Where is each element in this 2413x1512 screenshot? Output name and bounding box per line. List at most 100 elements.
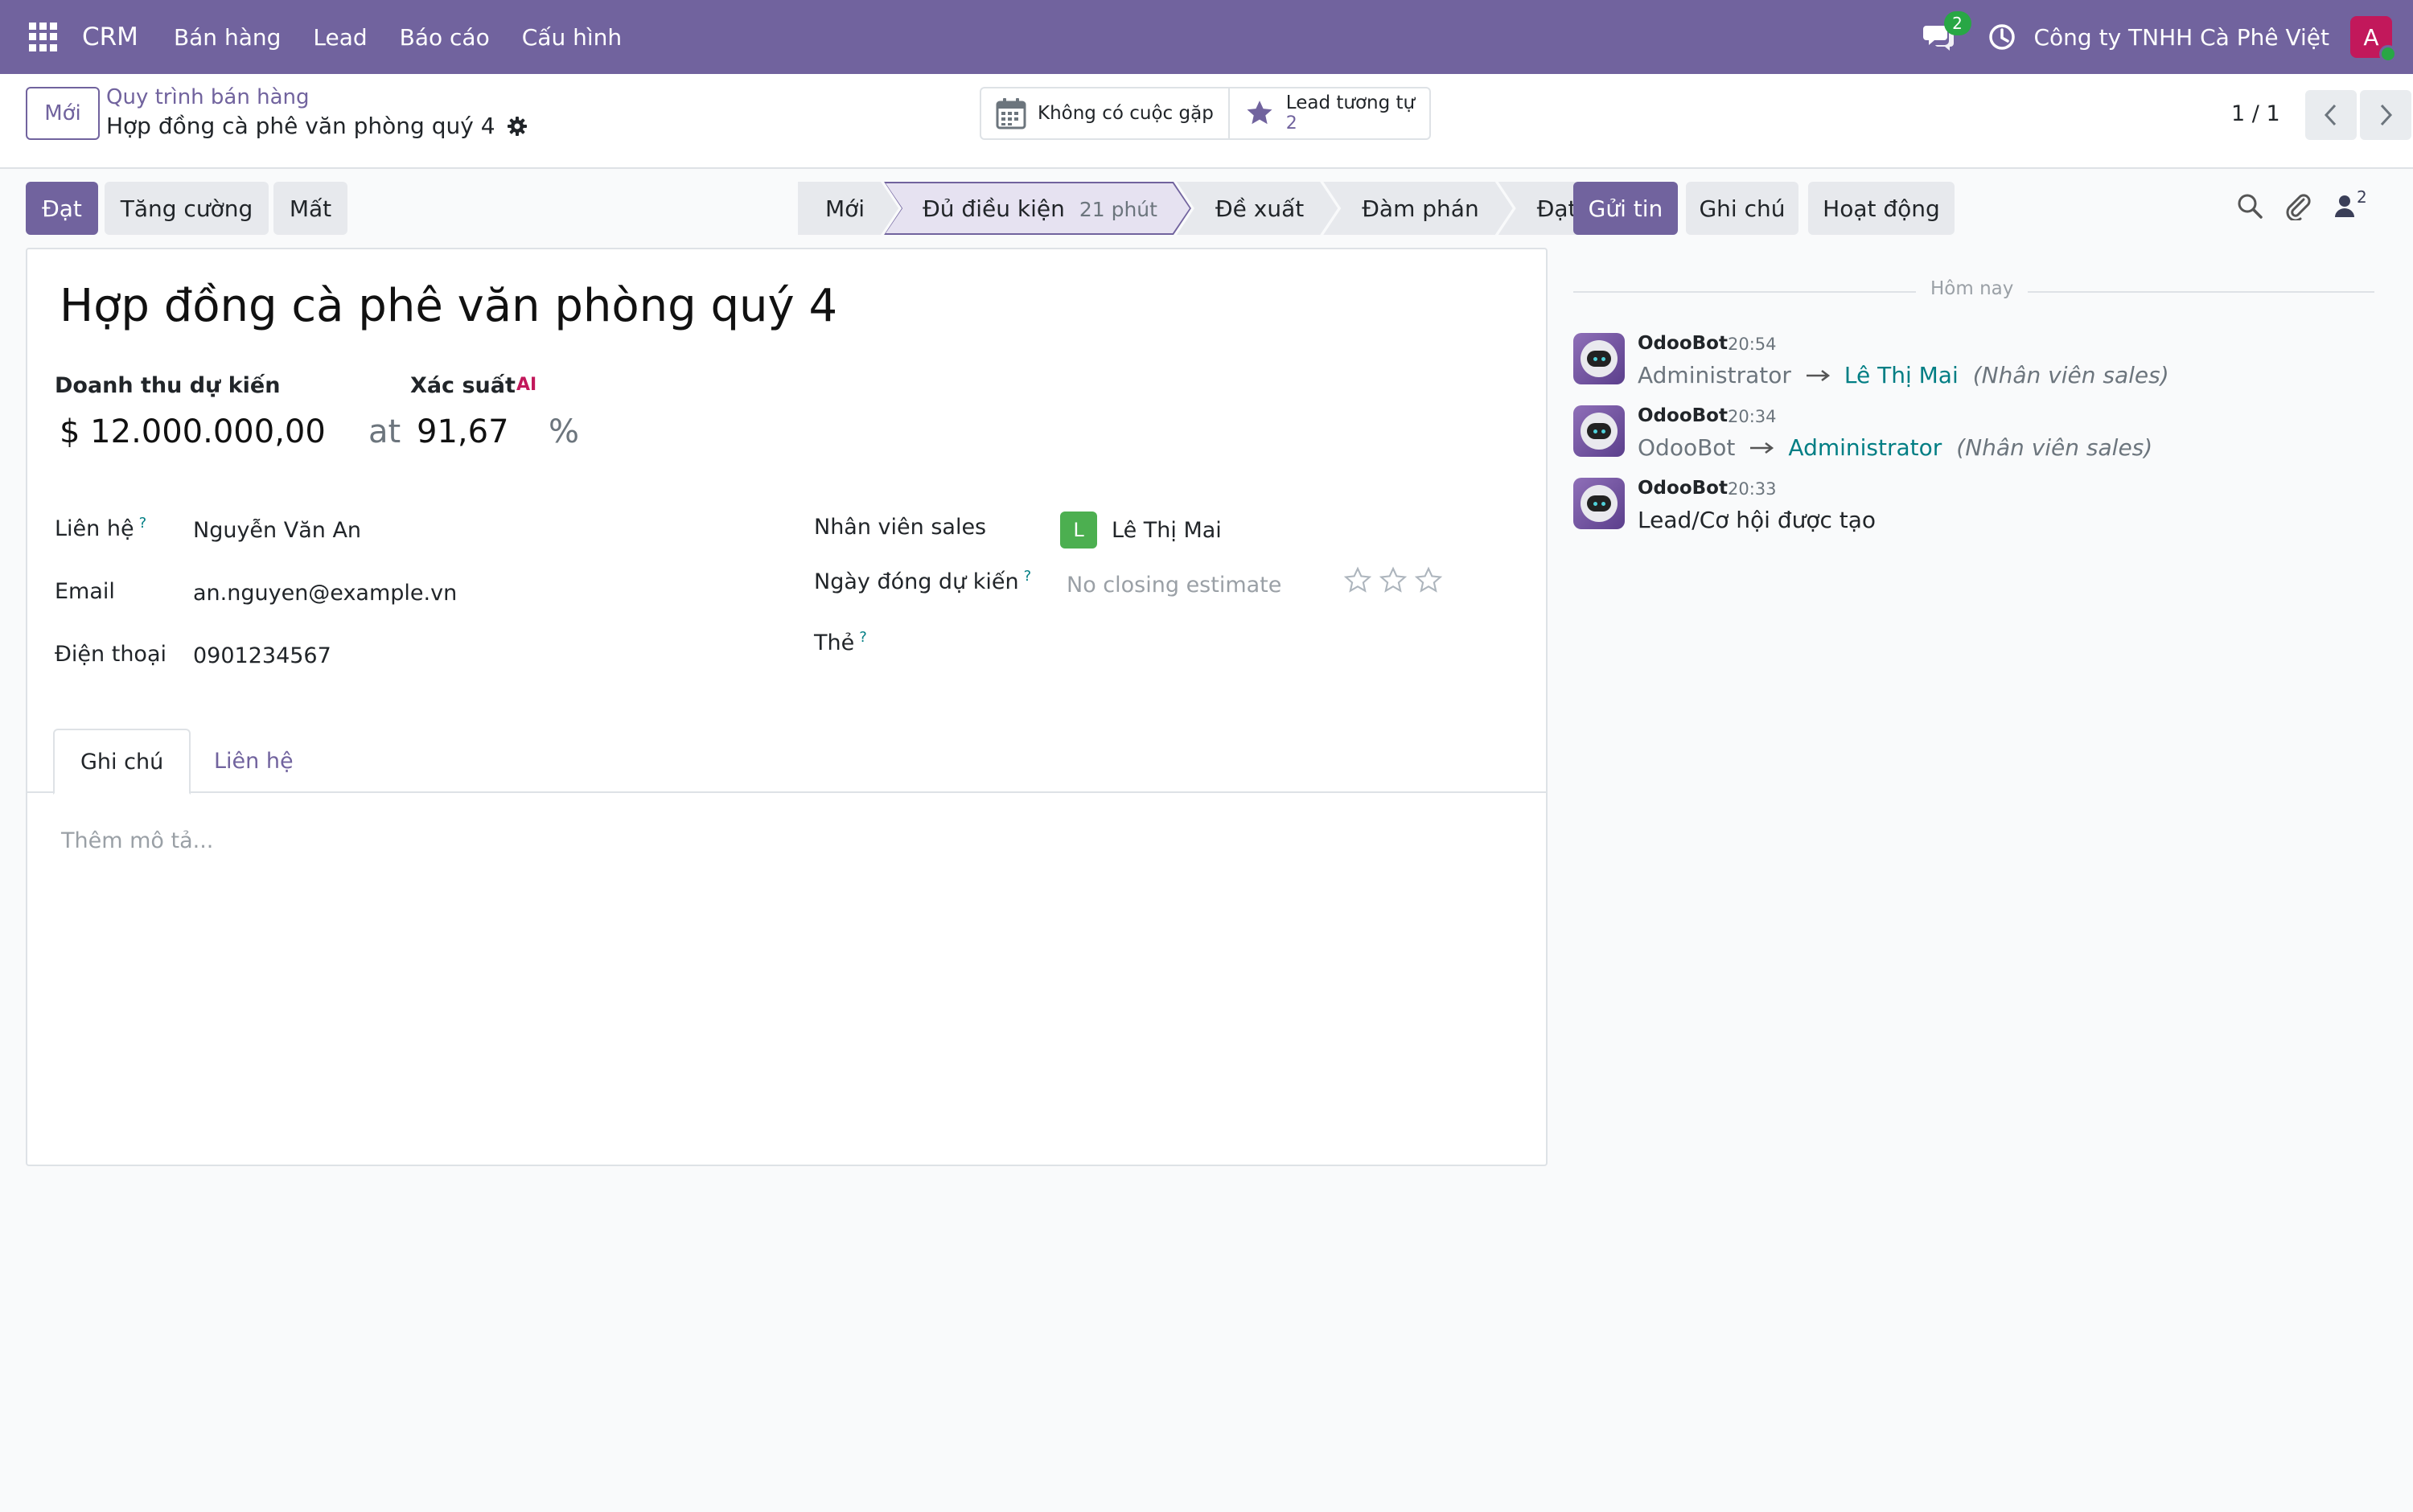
menu-item-configuration[interactable]: Cấu hình (506, 24, 638, 51)
odoobot-avatar[interactable] (1573, 405, 1625, 457)
app-menu-icon[interactable] (29, 23, 58, 51)
tracking-change: OdooBot Administrator (Nhân viên sales) (1638, 434, 2152, 461)
closing-date-label: Ngày đóng dự kiến? (814, 568, 1031, 594)
paperclip-icon[interactable] (2284, 191, 2312, 220)
similar-leads-smart-button[interactable]: Lead tương tự 2 (1227, 88, 1429, 138)
email-label: Email (55, 579, 115, 604)
closing-help-icon[interactable]: ? (1024, 568, 1032, 585)
menu-item-leads[interactable]: Lead (297, 24, 383, 51)
similar-leads-label: Lead tương tự (1285, 92, 1416, 113)
activity-button[interactable]: Hoạt động (1808, 182, 1955, 235)
stage-won-label: Đạt (1536, 195, 1577, 222)
stage-new-label: Mới (825, 195, 865, 222)
followers-count: 2 (2357, 187, 2367, 207)
tracking-old-value: Administrator (1638, 362, 1791, 388)
main-menu: Bán hàng Lead Báo cáo Cấu hình (158, 24, 638, 51)
control-panel: Mới Quy trình bán hàng Hợp đồng cà phê v… (0, 74, 2413, 169)
probability-input[interactable]: 91,67 (417, 413, 509, 450)
breadcrumb-current: Hợp đồng cà phê văn phòng quý 4 (106, 113, 528, 139)
email-input[interactable]: an.nguyen@example.vn (193, 581, 457, 606)
stage-proposition-label: Đề xuất (1215, 195, 1305, 222)
meetings-smart-button[interactable]: Không có cuộc gặp (981, 88, 1228, 138)
message-time: 20:33 (1728, 479, 1777, 499)
similar-leads-count: 2 (1285, 113, 1297, 134)
chevron-right-icon (2380, 104, 2393, 126)
user-avatar-letter: A (2363, 23, 2379, 51)
stage-proposition[interactable]: Đề xuất (1177, 182, 1338, 235)
expected-revenue-input[interactable]: $ 12.000.000,00 (60, 413, 326, 450)
stage-statusbar: Mới Đủ điều kiện 21 phút Đề xuất Đàm phá… (798, 182, 1601, 235)
lead-title-input[interactable]: Hợp đồng cà phê văn phòng quý 4 (60, 280, 837, 332)
log-note-button[interactable]: Ghi chú (1686, 182, 1798, 235)
meetings-label: Không có cuộc gặp (1038, 103, 1214, 124)
enrich-button[interactable]: Tăng cường (105, 182, 269, 235)
tags-help-icon[interactable]: ? (859, 629, 867, 646)
priority-stars (1343, 566, 1443, 595)
arrow-right-icon (1750, 442, 1774, 454)
notebook-tabs: Ghi chú Liên hệ (27, 729, 1546, 795)
pager-previous-button[interactable] (2305, 90, 2357, 140)
ai-probability-icon[interactable]: AI (516, 375, 536, 395)
message-author[interactable]: OdooBot (1638, 333, 1728, 354)
breadcrumb-parent[interactable]: Quy trình bán hàng (106, 85, 310, 109)
pager-value[interactable]: 1 / 1 (2231, 101, 2280, 126)
activity-clock-icon[interactable] (1988, 23, 2016, 51)
percent-sign: % (549, 413, 580, 450)
user-avatar[interactable]: A (2350, 16, 2397, 63)
messaging-button[interactable]: 2 (1922, 11, 1971, 53)
company-switcher[interactable]: Công ty TNHH Cà Phê Việt (2034, 24, 2330, 51)
priority-star-icon[interactable] (1414, 566, 1443, 595)
message-author[interactable]: OdooBot (1638, 405, 1728, 426)
tracking-field-name: (Nhân viên sales) (1972, 362, 2169, 388)
pager-next-button[interactable] (2360, 90, 2411, 140)
gear-icon[interactable] (507, 116, 528, 137)
send-message-button[interactable]: Gửi tin (1573, 182, 1678, 235)
chat-count-badge: 2 (1943, 11, 1971, 35)
top-navbar: CRM Bán hàng Lead Báo cáo Cấu hình 2 Côn… (0, 0, 2413, 74)
closing-date-input[interactable]: No closing estimate (1067, 573, 1281, 598)
breadcrumb-current-label: Hợp đồng cà phê văn phòng quý 4 (106, 113, 495, 139)
calendar-icon (996, 98, 1026, 129)
tracking-old-value: OdooBot (1638, 434, 1736, 461)
tracking-new-value: Administrator (1788, 434, 1942, 461)
stage-qualified[interactable]: Đủ điều kiện 21 phút (884, 182, 1191, 235)
stage-negotiation[interactable]: Đàm phán (1323, 182, 1512, 235)
phone-input[interactable]: 0901234567 (193, 643, 331, 668)
contact-input[interactable]: Nguyễn Văn An (193, 518, 361, 543)
priority-star-icon[interactable] (1379, 566, 1408, 595)
expected-revenue-label: Doanh thu dự kiến (55, 373, 281, 398)
smart-buttons: Không có cuộc gặp Lead tương tự 2 (980, 87, 1432, 140)
description-editor[interactable]: Thêm mô tả... (61, 828, 213, 853)
navbar-systray: 2 Công ty TNHH Cà Phê Việt A (1922, 11, 2413, 63)
contact-label: Liên hệ? (55, 515, 146, 541)
followers-icon[interactable] (2334, 194, 2355, 218)
salesperson-input[interactable]: Lê Thị Mai (1112, 518, 1222, 543)
chatter-topbar-tools: 2 (2236, 187, 2367, 220)
stage-new[interactable]: Mới (798, 182, 898, 235)
message-body: Lead/Cơ hội được tạo (1638, 507, 1877, 533)
mark-lost-button[interactable]: Mất (273, 182, 347, 235)
arrow-right-icon (1806, 369, 1830, 381)
new-record-button[interactable]: Mới (26, 87, 100, 140)
contact-help-icon[interactable]: ? (139, 515, 147, 532)
tracking-change: Administrator Lê Thị Mai (Nhân viên sale… (1638, 362, 2169, 388)
menu-item-sales[interactable]: Bán hàng (158, 24, 297, 51)
salesperson-avatar: L (1060, 512, 1097, 549)
odoobot-avatar[interactable] (1573, 478, 1625, 529)
menu-item-reporting[interactable]: Báo cáo (384, 24, 506, 51)
star-icon (1247, 101, 1272, 125)
closing-date-label-text: Ngày đóng dự kiến (814, 569, 1019, 594)
ai-badge-text: AI (516, 375, 537, 395)
tracking-new-value: Lê Thị Mai (1844, 362, 1959, 388)
message-time: 20:54 (1728, 335, 1777, 354)
message-author[interactable]: OdooBot (1638, 478, 1728, 499)
mark-won-button[interactable]: Đạt (26, 182, 98, 235)
priority-star-icon[interactable] (1343, 566, 1372, 595)
tags-label: Thẻ? (814, 629, 867, 655)
app-brand[interactable]: CRM (82, 23, 138, 51)
odoobot-avatar[interactable] (1573, 333, 1625, 384)
form-sheet: Hợp đồng cà phê văn phòng quý 4 Doanh th… (26, 248, 1548, 1166)
tab-extra-contact[interactable]: Liên hệ (188, 729, 319, 793)
tab-internal-notes[interactable]: Ghi chú (53, 729, 191, 795)
search-icon[interactable] (2236, 192, 2263, 220)
